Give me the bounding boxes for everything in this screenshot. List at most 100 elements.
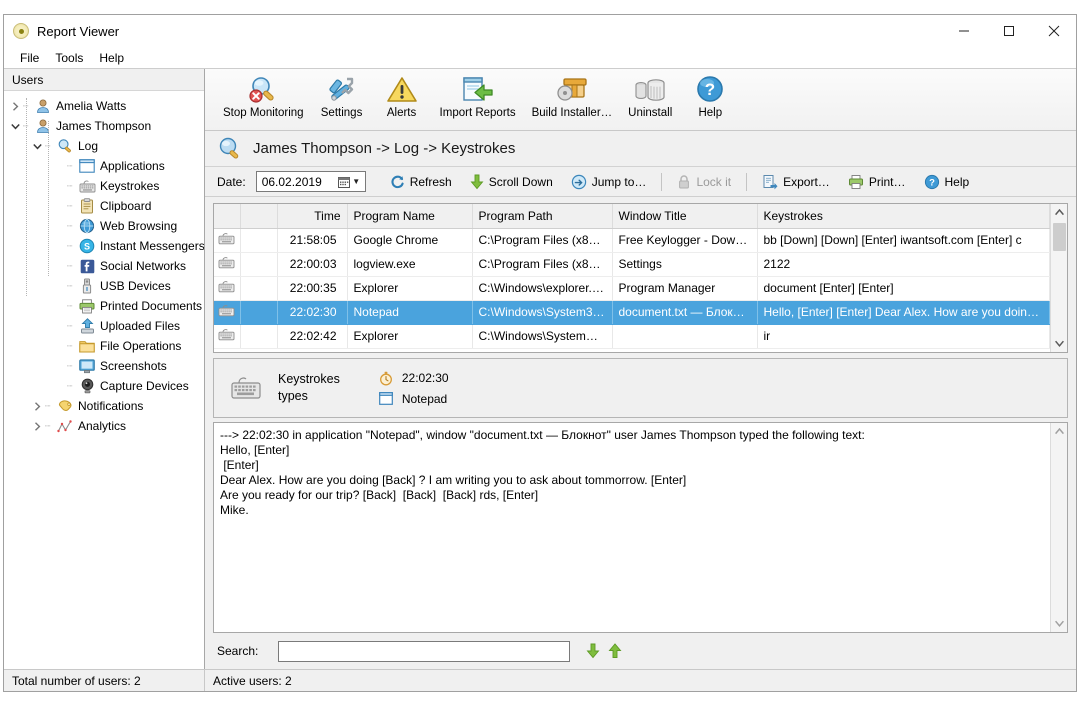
menu-tools[interactable]: Tools	[47, 49, 91, 67]
minimize-icon[interactable]	[941, 15, 986, 47]
sidebar-item-analytics[interactable]: ┈Analytics	[4, 416, 204, 436]
help-question-icon: ?	[924, 174, 940, 190]
table-column-header[interactable]: Program Name	[347, 204, 472, 228]
chevron-down-icon[interactable]: ▼	[351, 177, 362, 186]
table-header-row: TimeProgram NameProgram PathWindow Title…	[214, 204, 1050, 228]
chevron-right-icon[interactable]	[31, 420, 44, 433]
sidebar-item-printed-documents[interactable]: ┈Printed Documents	[4, 296, 204, 316]
help-question-icon: ?	[693, 73, 727, 107]
tree-spacer	[53, 200, 66, 213]
sidebar-item-usb-devices[interactable]: ┈USB Devices	[4, 276, 204, 296]
arrow-down-green-icon[interactable]	[582, 640, 604, 662]
sidebar-item-social-networks[interactable]: ┈Social Networks	[4, 256, 204, 276]
table-row[interactable]: 21:58:05Google ChromeC:\Program Files (x…	[214, 228, 1050, 252]
scroll-down-arrow-icon[interactable]	[1051, 335, 1068, 352]
table-column-header[interactable]: Time	[277, 204, 347, 228]
text-scroll-down-icon[interactable]	[1051, 615, 1068, 632]
toolbar-build-installer-button[interactable]: Build Installer…	[524, 73, 621, 129]
sidebar-item-file-operations[interactable]: ┈File Operations	[4, 336, 204, 356]
tree-spacer	[53, 280, 66, 293]
table-row[interactable]: 22:02:30NotepadC:\Windows\System32\not…d…	[214, 300, 1050, 324]
tree-connector: ┈	[67, 261, 78, 272]
search-label: Search:	[217, 644, 258, 658]
print-button[interactable]: Print…	[839, 169, 915, 195]
status-bar: Total number of users: 2 Active users: 2	[4, 669, 1076, 691]
table-column-header[interactable]: Window Title	[612, 204, 757, 228]
close-icon[interactable]	[1031, 15, 1076, 47]
chevron-right-icon[interactable]	[31, 400, 44, 413]
menu-help[interactable]: Help	[91, 49, 132, 67]
sidebar-item-capture-devices[interactable]: ┈Capture Devices	[4, 376, 204, 396]
scroll-down-label: Scroll Down	[489, 175, 553, 189]
tree-connector: ┈	[67, 301, 78, 312]
date-input[interactable]: 06.02.2019 ▼	[256, 171, 366, 192]
scroll-up-arrow-icon[interactable]	[1051, 204, 1068, 221]
breadcrumb-text: James Thompson -> Log -> Keystrokes	[253, 140, 515, 157]
lock-it-button[interactable]: Lock it	[668, 169, 740, 195]
jump-to-button[interactable]: Jump to…	[562, 169, 656, 195]
tree-connector: ┈	[67, 181, 78, 192]
detail-time-row: 22:02:30	[378, 371, 449, 386]
table-column-header[interactable]: Program Path	[472, 204, 612, 228]
toolbar-help-button[interactable]: ?Help	[680, 73, 740, 129]
table-column-header[interactable]: Keystrokes	[757, 204, 1050, 228]
sidebar-item-log[interactable]: ┈Log	[4, 136, 204, 156]
arrow-up-green-icon[interactable]	[604, 640, 626, 662]
tree-guide-line	[48, 121, 49, 276]
table-row[interactable]: 22:00:03logview.exeC:\Program Files (x86…	[214, 252, 1050, 276]
users-tree[interactable]: ┈Amelia Watts┈James Thompson┈Log┈Applica…	[4, 91, 204, 669]
table-scrollbar[interactable]	[1050, 204, 1067, 352]
table-column-header[interactable]	[240, 204, 277, 228]
sidebar-item-label: File Operations	[100, 339, 181, 353]
text-scrollbar[interactable]	[1050, 423, 1067, 632]
help-label-small: Help	[945, 175, 970, 189]
status-active-users: Active users: 2	[205, 674, 292, 688]
sidebar-item-label: Analytics	[78, 419, 126, 433]
help-button-small[interactable]: ? Help	[915, 169, 979, 195]
sidebar-item-amelia-watts[interactable]: ┈Amelia Watts	[4, 96, 204, 116]
search-input[interactable]	[278, 641, 570, 662]
toolbar-button-label: Help	[698, 107, 722, 119]
toolbar-import-reports-button[interactable]: Import Reports	[432, 73, 524, 129]
sidebar-item-clipboard[interactable]: ┈Clipboard	[4, 196, 204, 216]
app-dot-icon	[13, 23, 29, 39]
chevron-right-icon[interactable]	[9, 100, 22, 113]
sidebar-item-screenshots[interactable]: ┈Screenshots	[4, 356, 204, 376]
scroll-thumb[interactable]	[1053, 223, 1066, 251]
sidebar-item-applications[interactable]: ┈Applications	[4, 156, 204, 176]
cell-window-title	[612, 324, 757, 348]
menu-file[interactable]: File	[12, 49, 47, 67]
toolbar-uninstall-button[interactable]: Uninstall	[620, 73, 680, 129]
toolbar-alerts-button[interactable]: Alerts	[372, 73, 432, 129]
refresh-button[interactable]: Refresh	[380, 169, 461, 195]
sidebar-item-instant-messengers[interactable]: ┈SInstant Messengers	[4, 236, 204, 256]
chevron-down-icon[interactable]	[9, 120, 22, 133]
cell-window-title: Program Manager	[612, 276, 757, 300]
toolbar-stop-monitoring-button[interactable]: Stop Monitoring	[215, 73, 312, 129]
tree-spacer	[53, 380, 66, 393]
table-column-header[interactable]	[214, 204, 240, 228]
table-row[interactable]: 22:00:35ExplorerC:\Windows\explorer.exeP…	[214, 276, 1050, 300]
main-toolbar: Stop MonitoringSettingsAlertsImport Repo…	[205, 69, 1076, 131]
cell-program-path: C:\Program Files (x86)\Go…	[472, 228, 612, 252]
sidebar-item-notifications[interactable]: ┈Notifications	[4, 396, 204, 416]
sidebar-item-james-thompson[interactable]: ┈James Thompson	[4, 116, 204, 136]
toolbar-settings-button[interactable]: Settings	[312, 73, 372, 129]
import-reports-icon	[461, 73, 495, 107]
text-scroll-up-icon[interactable]	[1051, 423, 1068, 440]
chevron-down-icon[interactable]	[31, 140, 44, 153]
sidebar-item-keystrokes[interactable]: ┈Keystrokes	[4, 176, 204, 196]
sidebar-item-web-browsing[interactable]: ┈Web Browsing	[4, 216, 204, 236]
user-icon	[34, 98, 52, 114]
table-row[interactable]: 22:02:42ExplorerC:\Windows\SystemApps\…i…	[214, 324, 1050, 348]
row-spacer-cell	[240, 300, 277, 324]
keystroke-text: ---> 22:02:30 in application "Notepad", …	[214, 423, 1050, 632]
table-body[interactable]: 21:58:05Google ChromeC:\Program Files (x…	[214, 228, 1050, 348]
tree-spacer	[53, 260, 66, 273]
export-button[interactable]: Export…	[753, 169, 839, 195]
tree-connector: ┈	[45, 141, 56, 152]
sidebar-item-uploaded-files[interactable]: ┈Uploaded Files	[4, 316, 204, 336]
calendar-icon[interactable]	[337, 175, 351, 189]
scroll-down-button[interactable]: Scroll Down	[461, 169, 562, 195]
maximize-icon[interactable]	[986, 15, 1031, 47]
